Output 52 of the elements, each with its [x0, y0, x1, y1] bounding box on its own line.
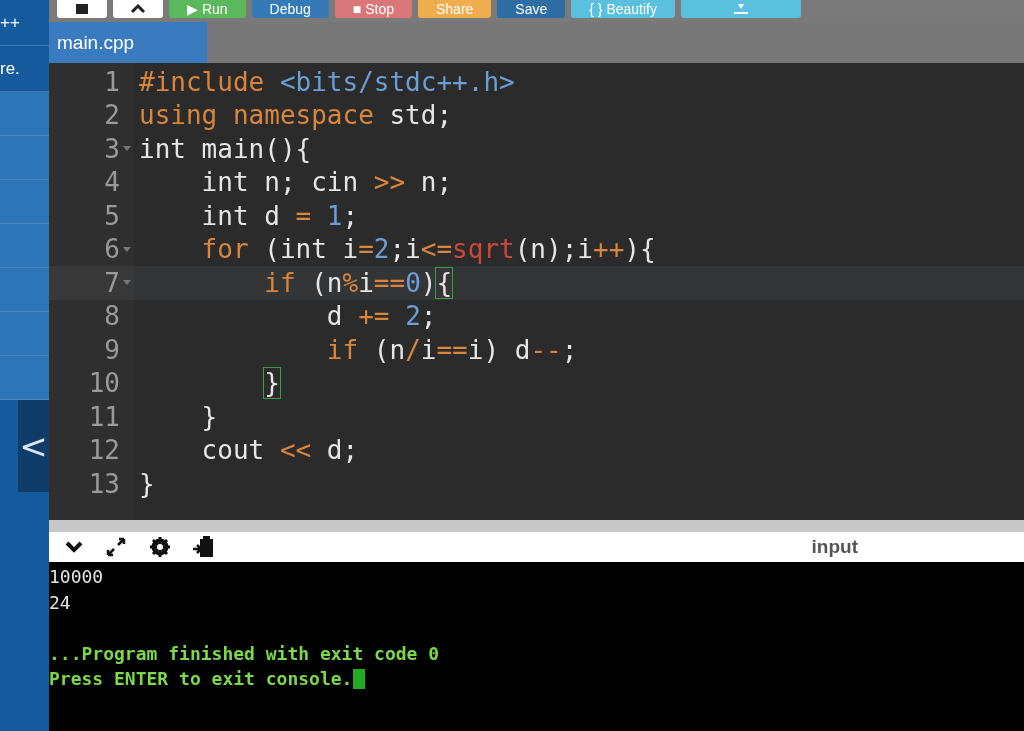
code-line: int main(){	[139, 133, 312, 164]
sidebar-text[interactable]: re.	[0, 58, 20, 79]
settings-icon[interactable]	[149, 536, 171, 558]
expand-icon[interactable]	[105, 536, 127, 558]
code-line: }	[200, 401, 218, 432]
clipboard-icon[interactable]	[193, 535, 215, 559]
code-line: for (int i=2;i<=sqrt(n);i++){	[200, 234, 656, 265]
sidebar-text[interactable]: ++	[0, 12, 20, 33]
download-icon	[734, 4, 748, 14]
input-label: input	[811, 536, 858, 558]
code-line: }	[139, 468, 155, 499]
line-number: 3	[104, 133, 120, 164]
fold-arrow-icon[interactable]	[123, 146, 131, 152]
fold-arrow-icon[interactable]	[123, 246, 131, 252]
collapse-button[interactable]: <	[18, 400, 49, 492]
code-line: int d = 1;	[200, 200, 359, 231]
code-line: cout << d;	[200, 435, 359, 466]
chevron-down-icon[interactable]	[65, 541, 83, 553]
code-line: #include <bits/stdc++.h>	[139, 66, 515, 97]
arrows-icon	[130, 4, 146, 14]
fold-arrow-icon[interactable]	[123, 280, 131, 286]
console-message: ...Program finished with exit code 0	[49, 641, 440, 666]
line-number: 1	[104, 66, 120, 97]
code-editor[interactable]: 1 #include <bits/stdc++.h> 2 using namespace std; 3 int main(){ 4 int n; cin >> n; 5 int d = 1; 6 for (int i=2;i<=sqrt(n);i++){ 7 if (n%i==0){ 8 d += 2; 9 if (n/i==i) d--; 10 } 11 } 12 cout << d; 13 }	[49, 63, 1024, 520]
save-button[interactable]: Save	[497, 0, 566, 18]
file-tab[interactable]: main.cpp	[49, 22, 207, 63]
line-number: 13	[88, 468, 120, 499]
line-number: 5	[104, 200, 120, 231]
code-line: if (n%i==0){	[263, 267, 453, 298]
line-number: 10	[88, 368, 120, 399]
square-icon	[76, 4, 88, 14]
toolbar-icon-button[interactable]	[113, 0, 163, 18]
code-line: int n; cin >> n;	[200, 167, 453, 198]
line-number: 6	[104, 234, 120, 265]
line-number: 12	[88, 435, 120, 466]
debug-button[interactable]: Debug	[251, 0, 329, 18]
console[interactable]: 10000 24 ...Program finished with exit code 0 Press ENTER to exit console.	[49, 562, 1024, 731]
code-line: if (n/i==i) d--;	[325, 334, 578, 365]
line-number: 7	[104, 267, 120, 298]
console-output: 24	[49, 590, 71, 615]
toolbar-icon-button[interactable]	[57, 0, 107, 18]
line-number: 11	[88, 401, 120, 432]
stop-button[interactable]: ■ Stop	[334, 0, 412, 18]
line-number: 2	[104, 100, 120, 131]
code-line: d += 2;	[325, 301, 437, 332]
line-number: 8	[104, 301, 120, 332]
line-number: 4	[104, 167, 120, 198]
line-number: 9	[104, 334, 120, 365]
code-line: }	[263, 368, 280, 399]
console-message: Press ENTER to exit console.	[49, 667, 353, 691]
code-line: using namespace std;	[139, 100, 453, 131]
console-output: 10000	[49, 565, 104, 589]
